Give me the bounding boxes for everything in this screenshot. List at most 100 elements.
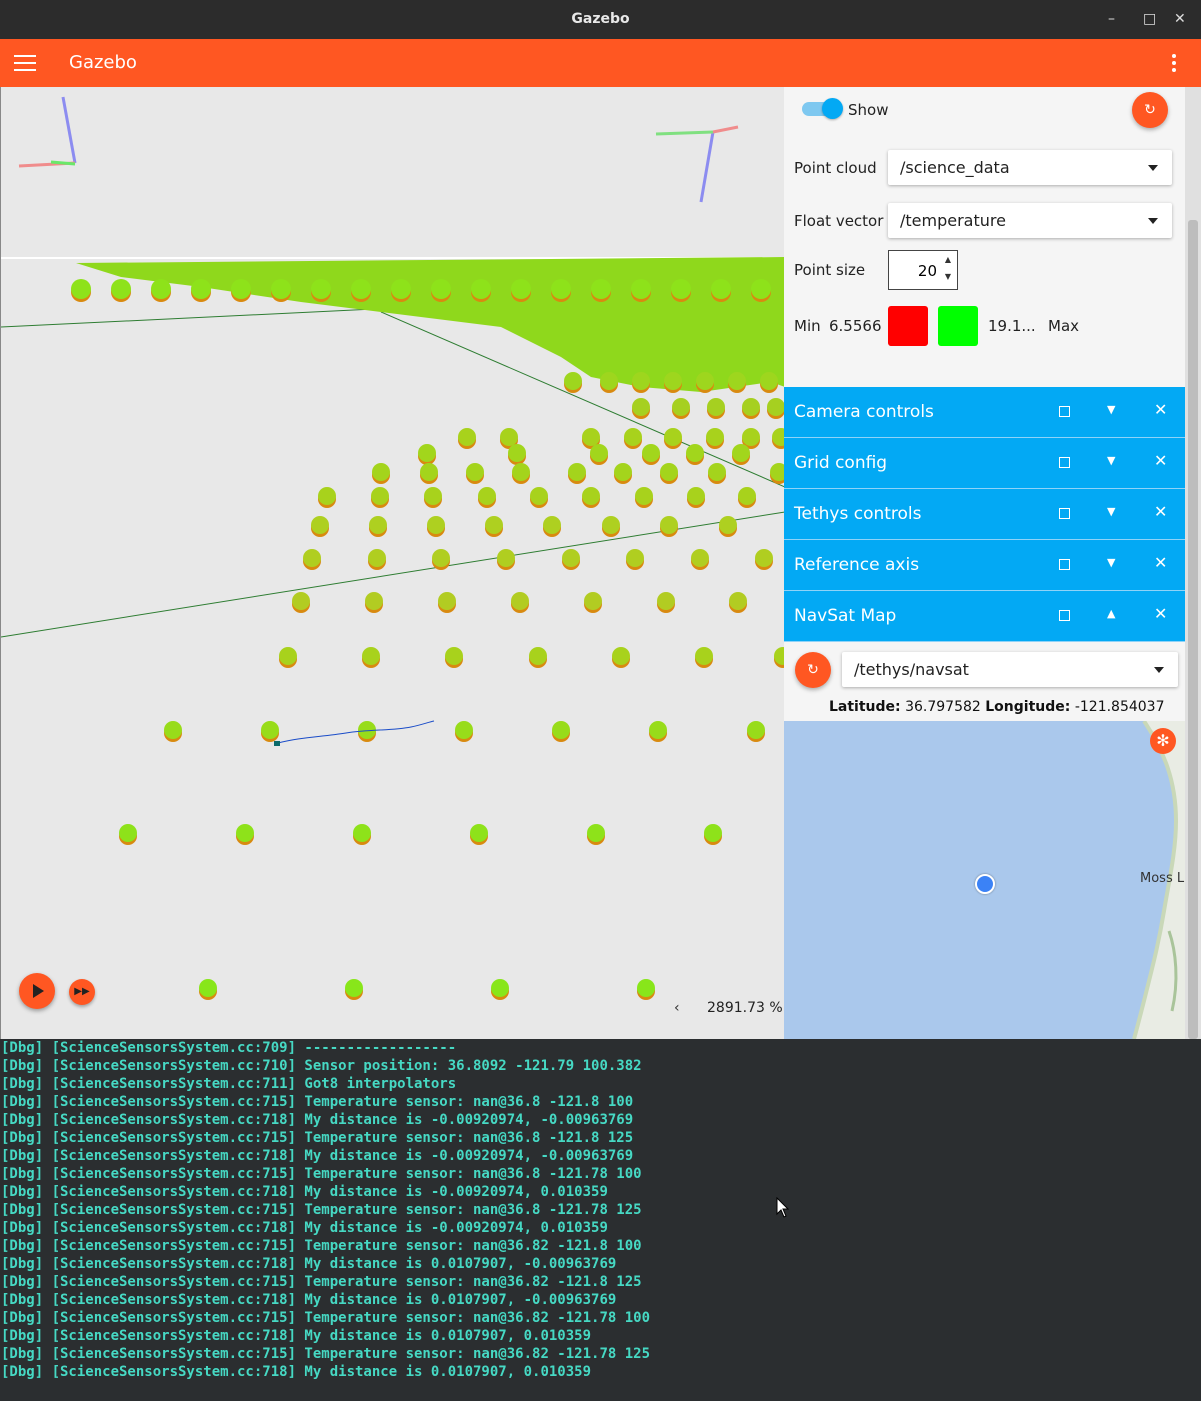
point-cloud-sphere <box>632 398 650 416</box>
point-cloud-sphere <box>582 487 600 505</box>
float-window-icon[interactable] <box>1059 610 1070 621</box>
refresh-topics-button[interactable]: ↻ <box>1132 92 1168 128</box>
point-cloud-sphere <box>711 279 731 299</box>
terminal-line: [Dbg] [ScienceSensorsSystem.cc:715] Temp… <box>1 1094 634 1110</box>
close-window-button[interactable]: ✕ <box>1174 10 1186 28</box>
point-cloud-sphere <box>708 463 726 481</box>
point-size-label: Point size <box>794 261 866 279</box>
point-cloud-sphere <box>164 721 182 739</box>
point-cloud-sphere <box>368 549 386 567</box>
decrement-icon[interactable]: ▼ <box>945 272 951 281</box>
navsat-map[interactable]: Moss L ✻ <box>784 721 1185 1039</box>
navsat-topic-select[interactable]: /tethys/navsat <box>842 652 1178 687</box>
terminal-line: [Dbg] [ScienceSensorsSystem.cc:718] My d… <box>1 1328 592 1344</box>
terminal-line: [Dbg] [ScienceSensorsSystem.cc:715] Temp… <box>1 1238 642 1254</box>
float-window-icon[interactable] <box>1059 406 1070 417</box>
point-cloud-sphere <box>303 549 321 567</box>
chevron-down-icon[interactable]: ▼ <box>1107 403 1115 416</box>
section-reference-axis[interactable]: Reference axis ▼ ✕ <box>784 540 1185 591</box>
scene-3d-viewport[interactable]: ▶▶ ‹ 2891.73 % <box>0 87 785 1039</box>
point-cloud-sphere <box>512 463 530 481</box>
map-settings-icon[interactable]: ✻ <box>1150 728 1176 754</box>
point-cloud-sphere <box>236 824 254 842</box>
point-cloud-sphere <box>543 516 561 534</box>
point-cloud-sphere <box>420 463 438 481</box>
navsat-coordinates: Latitude: 36.797582 Longitude: -121.8540… <box>829 699 1165 715</box>
terminal-line: [Dbg] [ScienceSensorsSystem.cc:715] Temp… <box>1 1202 642 1218</box>
rtf-collapse-icon[interactable]: ‹ <box>674 1000 680 1016</box>
point-cloud-sphere <box>424 487 442 505</box>
point-cloud-sphere <box>624 428 642 446</box>
window-titlebar: Gazebo – □ ✕ <box>0 0 1201 39</box>
point-size-spinbox[interactable]: 20 ▲ ▼ <box>888 250 958 290</box>
chevron-down-icon[interactable]: ▼ <box>1107 454 1115 467</box>
chevron-up-icon[interactable]: ▲ <box>1107 607 1115 620</box>
point-cloud-sphere <box>491 979 509 997</box>
float-window-icon[interactable] <box>1059 457 1070 468</box>
section-camera-controls[interactable]: Camera controls ▼ ✕ <box>784 387 1185 438</box>
point-cloud-sphere <box>664 428 682 446</box>
terminal-line: [Dbg] [ScienceSensorsSystem.cc:715] Temp… <box>1 1310 651 1326</box>
point-cloud-sphere <box>612 647 630 665</box>
section-navsat-map[interactable]: NavSat Map ▲ ✕ <box>784 591 1185 642</box>
show-toggle[interactable] <box>802 98 843 119</box>
point-cloud-sphere <box>707 398 725 416</box>
point-cloud-sphere <box>564 372 582 390</box>
point-cloud-sphere <box>664 372 682 390</box>
float-vector-select[interactable]: /temperature <box>888 203 1172 238</box>
panel-scrollbar-thumb[interactable] <box>1188 220 1198 1039</box>
fast-forward-button[interactable]: ▶▶ <box>69 979 95 1005</box>
point-cloud-sphere <box>728 372 746 390</box>
terminal-line: [Dbg] [ScienceSensorsSystem.cc:715] Temp… <box>1 1274 642 1290</box>
point-cloud-sphere <box>351 279 371 299</box>
vehicle-location-marker <box>975 874 995 894</box>
increment-icon[interactable]: ▲ <box>945 255 951 264</box>
float-window-icon[interactable] <box>1059 508 1070 519</box>
maximize-button[interactable]: □ <box>1143 10 1156 28</box>
chevron-down-icon[interactable]: ▼ <box>1107 505 1115 518</box>
min-color-button[interactable] <box>888 306 928 346</box>
close-icon[interactable]: ✕ <box>1154 451 1167 470</box>
section-grid-config[interactable]: Grid config ▼ ✕ <box>784 438 1185 489</box>
chevron-down-icon[interactable]: ▼ <box>1107 556 1115 569</box>
max-color-button[interactable] <box>938 306 978 346</box>
float-window-icon[interactable] <box>1059 559 1070 570</box>
point-cloud-sphere <box>345 979 363 997</box>
close-icon[interactable]: ✕ <box>1154 502 1167 521</box>
point-cloud-label: Point cloud <box>794 159 877 177</box>
terminal-line: [Dbg] [ScienceSensorsSystem.cc:718] My d… <box>1 1112 634 1128</box>
window-title: Gazebo <box>571 11 630 27</box>
close-icon[interactable]: ✕ <box>1154 604 1167 623</box>
terminal-line: [Dbg] [ScienceSensorsSystem.cc:718] My d… <box>1 1256 617 1272</box>
point-cloud-sphere <box>466 463 484 481</box>
point-cloud-sphere <box>371 487 389 505</box>
point-cloud-sphere <box>552 721 570 739</box>
section-tethys-controls[interactable]: Tethys controls ▼ ✕ <box>784 489 1185 540</box>
longitude-value: -121.854037 <box>1074 699 1165 715</box>
close-icon[interactable]: ✕ <box>1154 553 1167 572</box>
point-cloud-sphere <box>318 487 336 505</box>
point-cloud-sphere <box>767 398 785 416</box>
play-button[interactable] <box>19 973 55 1009</box>
hamburger-menu-icon[interactable] <box>14 55 36 71</box>
terminal-line: [Dbg] [ScienceSensorsSystem.cc:711] Got8… <box>1 1076 457 1092</box>
point-cloud-sphere <box>751 279 771 299</box>
point-cloud-sphere <box>551 279 571 299</box>
navsat-refresh-button[interactable]: ↻ <box>795 652 831 688</box>
point-cloud-select[interactable]: /science_data <box>888 150 1172 185</box>
point-cloud-sphere <box>511 592 529 610</box>
point-cloud-sphere <box>311 516 329 534</box>
terminal-line: [Dbg] [ScienceSensorsSystem.cc:718] My d… <box>1 1292 617 1308</box>
point-cloud-sphere <box>71 279 91 299</box>
close-icon[interactable]: ✕ <box>1154 400 1167 419</box>
point-cloud-sphere <box>471 279 491 299</box>
point-cloud-sphere <box>687 487 705 505</box>
point-cloud-sphere <box>431 279 451 299</box>
point-cloud-sphere <box>602 516 620 534</box>
terminal-line: [Dbg] [ScienceSensorsSystem.cc:715] Temp… <box>1 1166 642 1182</box>
kebab-menu-icon[interactable] <box>1172 54 1178 75</box>
minimize-button[interactable]: – <box>1108 10 1115 28</box>
point-cloud-sphere <box>696 372 714 390</box>
point-cloud-sphere <box>732 444 750 462</box>
right-plugin-panel: Show ↻ Point cloud /science_data Float v… <box>784 87 1185 1039</box>
